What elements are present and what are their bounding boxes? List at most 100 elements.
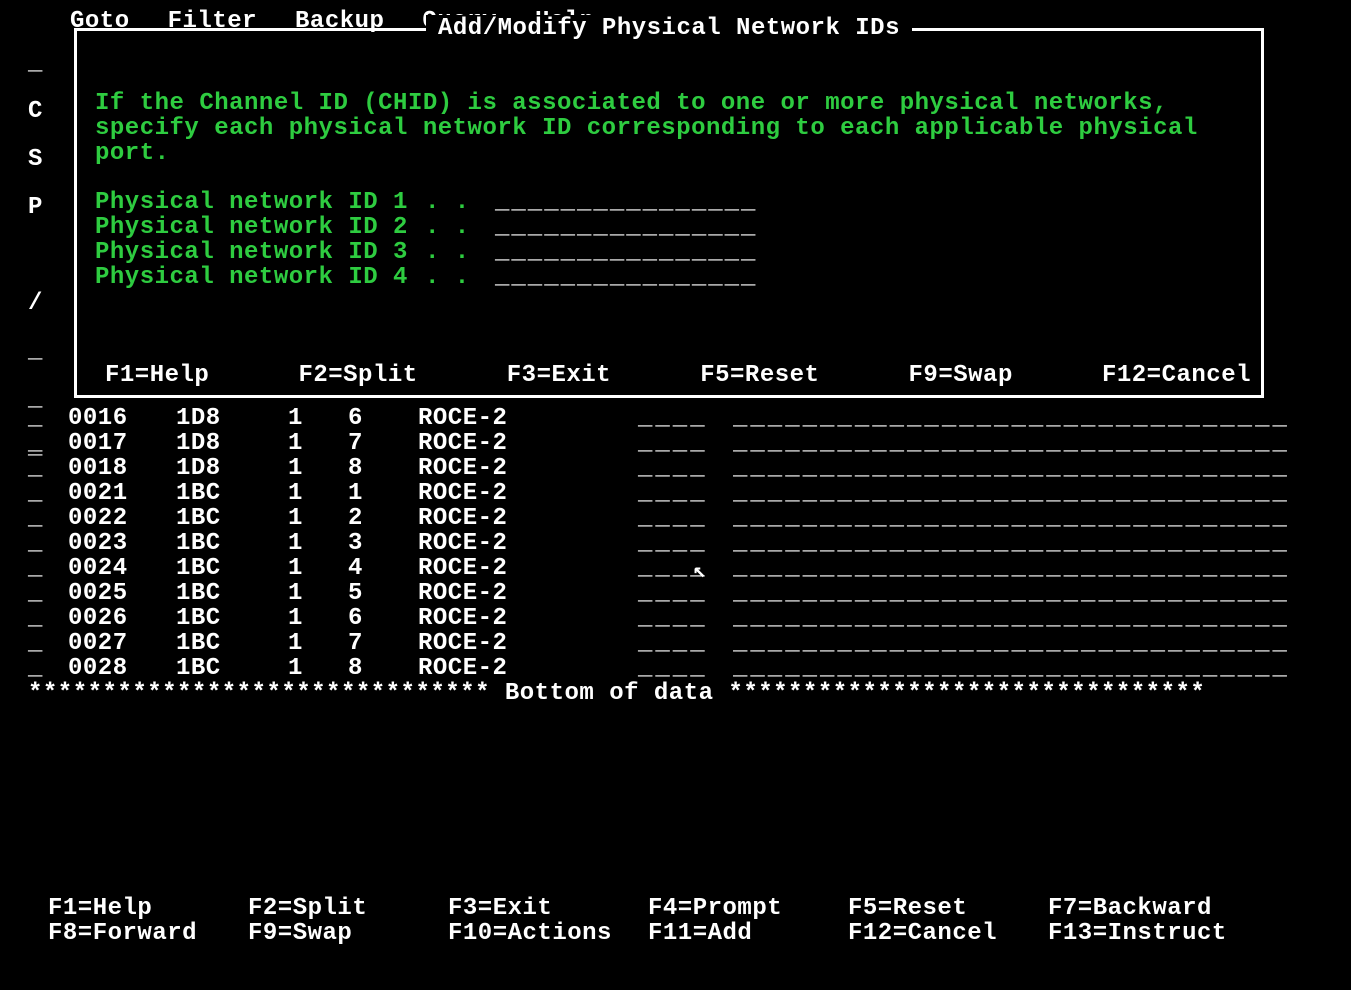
row-type: ROCE-2 <box>418 581 638 606</box>
row-field1[interactable]: ____ <box>638 581 733 606</box>
row-col-b: 5 <box>348 581 418 606</box>
row-field2[interactable]: ________________________________ <box>733 531 1318 556</box>
row-col-b: 8 <box>348 456 418 481</box>
row-selector[interactable]: _ <box>28 556 68 581</box>
row-field1[interactable]: ____ <box>638 456 733 481</box>
row-chid: 0024 <box>68 556 176 581</box>
row-col-b: 4 <box>348 556 418 581</box>
fkey-f2-split[interactable]: F2=Split <box>298 362 417 389</box>
row-col-a: 1 <box>288 556 348 581</box>
dialog-body: If the Channel ID (CHID) is associated t… <box>77 31 1261 300</box>
row-selector[interactable]: _ <box>28 431 68 456</box>
row-col-a: 1 <box>288 431 348 456</box>
row-col-a: 1 <box>288 531 348 556</box>
table-row[interactable]: _00211BC11ROCE-2________________________… <box>28 481 1318 506</box>
dialog-title: Add/Modify Physical Network IDs <box>426 15 912 42</box>
row-field2[interactable]: ________________________________ <box>733 506 1318 531</box>
fkey-row-2: F8=Forward F9=Swap F10=Actions F11=Add F… <box>48 921 1298 946</box>
fkey-f2-split[interactable]: F2=Split <box>248 896 448 921</box>
table-row[interactable]: _00181D818ROCE-2________________________… <box>28 456 1318 481</box>
row-field1[interactable]: ____ <box>638 631 733 656</box>
row-field2[interactable]: ________________________________ <box>733 606 1318 631</box>
fkey-f7-backward[interactable]: F7=Backward <box>1048 896 1248 921</box>
row-type: ROCE-2 <box>418 531 638 556</box>
field-input-1[interactable]: ________________ <box>495 190 757 215</box>
table-row[interactable]: _00281BC18ROCE-2________________________… <box>28 656 1318 681</box>
row-selector[interactable]: _ <box>28 656 68 681</box>
fkey-f4-prompt[interactable]: F4=Prompt <box>648 896 848 921</box>
fkey-f5-reset[interactable]: F5=Reset <box>700 362 819 389</box>
table-row[interactable]: _00241BC14ROCE-2________________________… <box>28 556 1318 581</box>
fkey-f1-help[interactable]: F1=Help <box>48 896 248 921</box>
row-selector[interactable]: _ <box>28 531 68 556</box>
row-col-a: 1 <box>288 456 348 481</box>
row-selector[interactable]: _ <box>28 506 68 531</box>
row-field2[interactable]: ________________________________ <box>733 631 1318 656</box>
fkey-f1-help[interactable]: F1=Help <box>105 362 209 389</box>
row-col-b: 2 <box>348 506 418 531</box>
row-type: ROCE-2 <box>418 631 638 656</box>
row-chid: 0025 <box>68 581 176 606</box>
row-field2[interactable]: ________________________________ <box>733 656 1318 681</box>
row-col-a: 1 <box>288 656 348 681</box>
row-field2[interactable]: ________________________________ <box>733 431 1318 456</box>
field-dots: . . <box>425 240 495 265</box>
row-field1[interactable]: ____ <box>638 656 733 681</box>
fkey-f10-actions[interactable]: F10=Actions <box>448 921 648 946</box>
row-type: ROCE-2 <box>418 506 638 531</box>
row-selector[interactable]: _ <box>28 631 68 656</box>
row-type: ROCE-2 <box>418 406 638 431</box>
row-col-b: 6 <box>348 606 418 631</box>
row-type: ROCE-2 <box>418 656 638 681</box>
row-selector[interactable]: _ <box>28 606 68 631</box>
row-field2[interactable]: ________________________________ <box>733 456 1318 481</box>
fkey-f12-cancel[interactable]: F12=Cancel <box>1102 362 1251 389</box>
left-marker: S <box>28 136 43 184</box>
row-selector[interactable]: _ <box>28 406 68 431</box>
fkey-f9-swap[interactable]: F9=Swap <box>248 921 448 946</box>
row-type: ROCE-2 <box>418 481 638 506</box>
row-type: ROCE-2 <box>418 556 638 581</box>
row-chid: 0021 <box>68 481 176 506</box>
table-row[interactable]: _00251BC15ROCE-2________________________… <box>28 581 1318 606</box>
row-field2[interactable]: ________________________________ <box>733 581 1318 606</box>
row-field1[interactable]: ____ <box>638 556 733 581</box>
row-field1[interactable]: ____ <box>638 606 733 631</box>
fkey-f9-swap[interactable]: F9=Swap <box>909 362 1013 389</box>
table-row[interactable]: _00161D816ROCE-2________________________… <box>28 406 1318 431</box>
row-field2[interactable]: ________________________________ <box>733 406 1318 431</box>
fkey-f3-exit[interactable]: F3=Exit <box>507 362 611 389</box>
row-field2[interactable]: ________________________________ <box>733 556 1318 581</box>
fkey-f12-cancel[interactable]: F12=Cancel <box>848 921 1048 946</box>
row-selector[interactable]: _ <box>28 481 68 506</box>
row-chid: 0018 <box>68 456 176 481</box>
row-field1[interactable]: ____ <box>638 531 733 556</box>
row-chid: 0028 <box>68 656 176 681</box>
fkey-f8-forward[interactable]: F8=Forward <box>48 921 248 946</box>
table-row[interactable]: _00221BC12ROCE-2________________________… <box>28 506 1318 531</box>
fkey-f3-exit[interactable]: F3=Exit <box>448 896 648 921</box>
table-row[interactable]: _00231BC13ROCE-2________________________… <box>28 531 1318 556</box>
row-field2[interactable]: ________________________________ <box>733 481 1318 506</box>
table-row[interactable]: _00271BC17ROCE-2________________________… <box>28 631 1318 656</box>
bottom-of-data-marker: ******************************* Bottom o… <box>28 681 1318 706</box>
row-field1[interactable]: ____ <box>638 406 733 431</box>
row-field1[interactable]: ____ <box>638 431 733 456</box>
fkey-f5-reset[interactable]: F5=Reset <box>848 896 1048 921</box>
row-selector[interactable]: _ <box>28 456 68 481</box>
fkey-f13-instruct[interactable]: F13=Instruct <box>1048 921 1248 946</box>
table-row[interactable]: _00261BC16ROCE-2________________________… <box>28 606 1318 631</box>
row-field1[interactable]: ____ <box>638 506 733 531</box>
row-field1[interactable]: ____ <box>638 481 733 506</box>
left-marker: P <box>28 184 43 232</box>
field-physical-network-id-3: Physical network ID 3 . . ______________… <box>95 240 1243 265</box>
fkey-f11-add[interactable]: F11=Add <box>648 921 848 946</box>
field-input-2[interactable]: ________________ <box>495 215 757 240</box>
table-row[interactable]: _00171D817ROCE-2________________________… <box>28 431 1318 456</box>
field-input-3[interactable]: ________________ <box>495 240 757 265</box>
row-col-b: 6 <box>348 406 418 431</box>
row-selector[interactable]: _ <box>28 581 68 606</box>
field-input-4[interactable]: ________________ <box>495 265 757 290</box>
row-chpid: 1BC <box>176 606 288 631</box>
row-chpid: 1BC <box>176 481 288 506</box>
